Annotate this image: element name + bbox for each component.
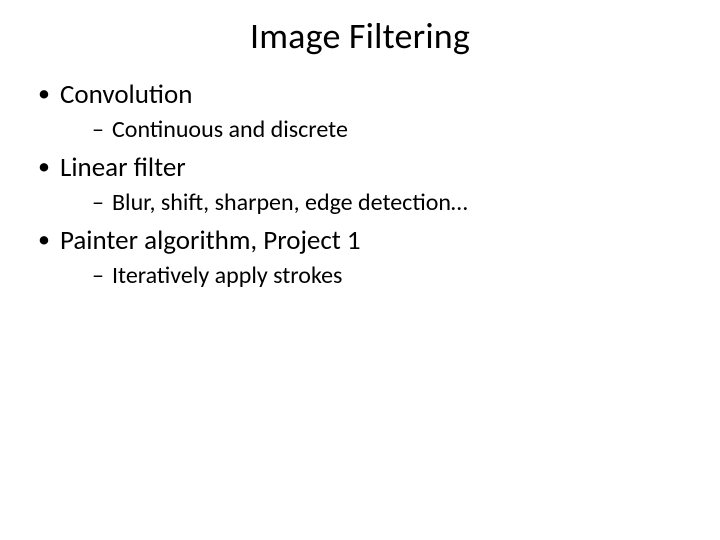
slide-body: Convolution Continuous and discrete Line… [38,78,682,297]
sub-bullet-text: Blur, shift, sharpen, edge detection… [112,188,468,217]
sub-bullet-text: Iteratively apply strokes [112,261,342,290]
sub-bullet-list: Blur, shift, sharpen, edge detection… [60,187,682,218]
sub-bullet-item: Iteratively apply strokes [92,260,682,291]
bullet-item: Convolution Continuous and discrete [38,78,682,145]
slide: Image Filtering Convolution Continuous a… [0,0,720,540]
sub-bullet-list: Iteratively apply strokes [60,260,682,291]
sub-bullet-item: Blur, shift, sharpen, edge detection… [92,187,682,218]
bullet-item: Painter algorithm, Project 1 Iteratively… [38,224,682,291]
sub-bullet-text: Continuous and discrete [112,115,348,144]
sub-bullet-item: Continuous and discrete [92,114,682,145]
bullet-text: Convolution [60,78,192,111]
bullet-text: Painter algorithm, Project 1 [60,224,361,257]
bullet-text: Linear filter [60,151,186,184]
slide-title: Image Filtering [0,14,720,58]
bullet-list: Convolution Continuous and discrete Line… [38,78,682,291]
bullet-item: Linear filter Blur, shift, sharpen, edge… [38,151,682,218]
sub-bullet-list: Continuous and discrete [60,114,682,145]
